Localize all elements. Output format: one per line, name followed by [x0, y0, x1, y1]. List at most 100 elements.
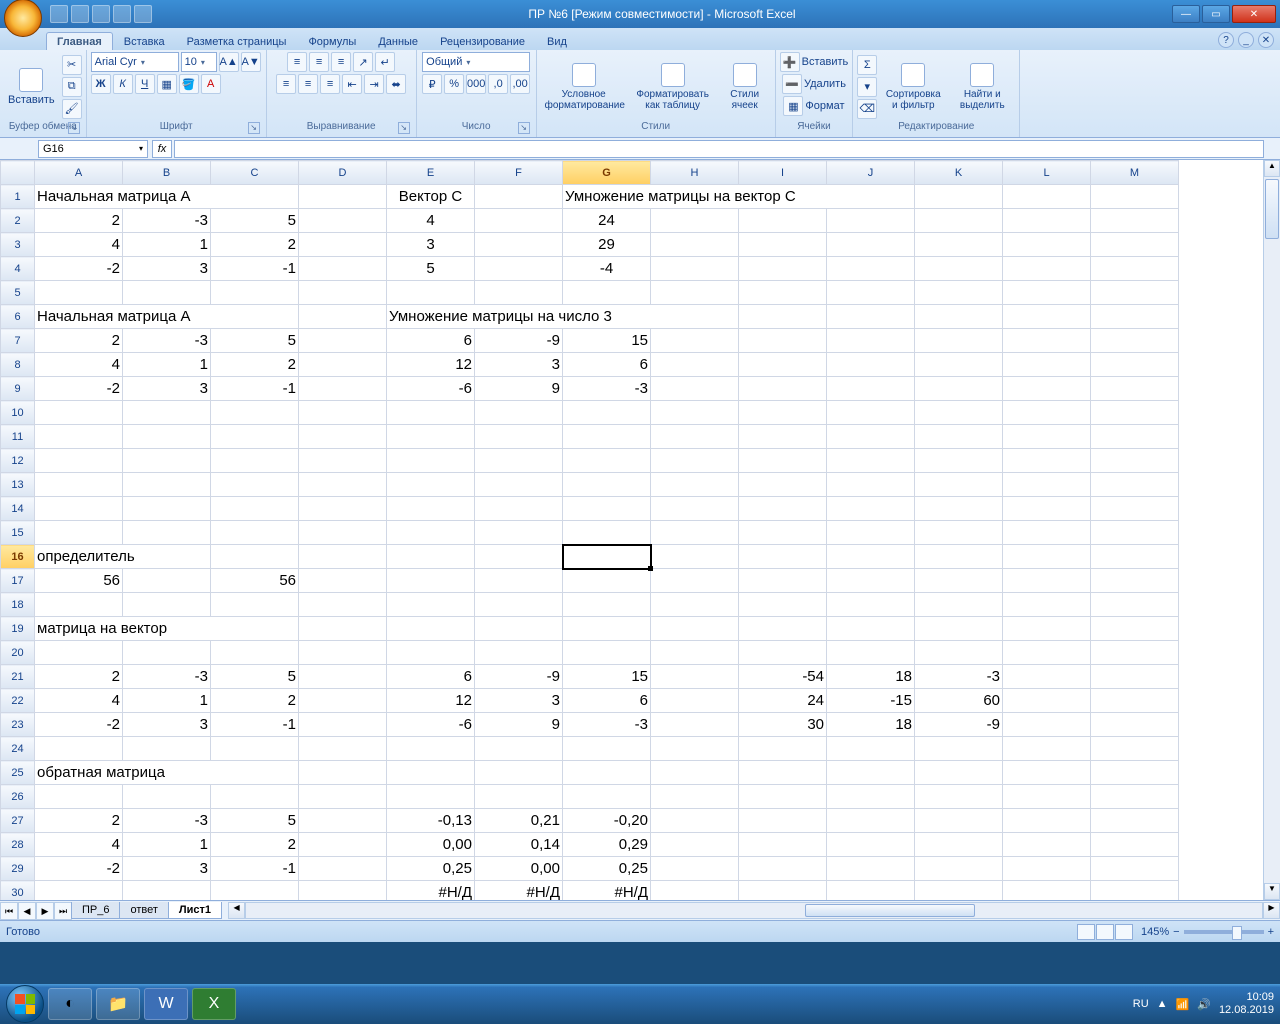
cell-I11[interactable] [739, 425, 827, 449]
cell-J23[interactable]: 18 [827, 713, 915, 737]
cell-C14[interactable] [211, 497, 299, 521]
cell-I30[interactable] [739, 881, 827, 901]
cell-M17[interactable] [1091, 569, 1179, 593]
cell-E17[interactable] [387, 569, 475, 593]
cell-L25[interactable] [1003, 761, 1091, 785]
row-header-12[interactable]: 12 [1, 449, 35, 473]
row-header-26[interactable]: 26 [1, 785, 35, 809]
cell-F12[interactable] [475, 449, 563, 473]
cell-B29[interactable]: 3 [123, 857, 211, 881]
tray-clock[interactable]: 10:0912.08.2019 [1219, 991, 1274, 1017]
cell-J24[interactable] [827, 737, 915, 761]
cell-I4[interactable] [739, 257, 827, 281]
cell-F22[interactable]: 3 [475, 689, 563, 713]
sheet-tab-Лист1[interactable]: Лист1 [168, 902, 222, 919]
cell-B11[interactable] [123, 425, 211, 449]
cell-I16[interactable] [739, 545, 827, 569]
cell-E18[interactable] [387, 593, 475, 617]
scroll-right-icon[interactable]: ▶ [1263, 902, 1280, 919]
zoom-level[interactable]: 145% [1141, 926, 1169, 938]
format-cells-button[interactable]: Формат [805, 100, 844, 112]
cell-E5[interactable] [387, 281, 475, 305]
cell-I19[interactable] [739, 617, 827, 641]
cell-G1[interactable]: Умножение матрицы на вектор С [563, 185, 915, 209]
cell-J17[interactable] [827, 569, 915, 593]
cell-K15[interactable] [915, 521, 1003, 545]
cell-D9[interactable] [299, 377, 387, 401]
cell-A5[interactable] [35, 281, 123, 305]
insert-cells-icon[interactable]: ➕ [780, 52, 800, 72]
cell-H23[interactable] [651, 713, 739, 737]
office-button[interactable] [4, 0, 42, 37]
cell-G29[interactable]: 0,25 [563, 857, 651, 881]
cell-K10[interactable] [915, 401, 1003, 425]
row-header-3[interactable]: 3 [1, 233, 35, 257]
column-header-J[interactable]: J [827, 161, 915, 185]
cell-E9[interactable]: -6 [387, 377, 475, 401]
cell-D11[interactable] [299, 425, 387, 449]
cell-J7[interactable] [827, 329, 915, 353]
cell-D12[interactable] [299, 449, 387, 473]
cell-E6[interactable]: Умножение матрицы на число 3 [387, 305, 739, 329]
column-header-A[interactable]: A [35, 161, 123, 185]
cell-K22[interactable]: 60 [915, 689, 1003, 713]
row-header-4[interactable]: 4 [1, 257, 35, 281]
cell-B2[interactable]: -3 [123, 209, 211, 233]
cell-E2[interactable]: 4 [387, 209, 475, 233]
cell-I10[interactable] [739, 401, 827, 425]
cell-E29[interactable]: 0,25 [387, 857, 475, 881]
vscroll-thumb[interactable] [1265, 179, 1279, 239]
cell-F30[interactable]: #Н/Д [475, 881, 563, 901]
cell-K13[interactable] [915, 473, 1003, 497]
align-center-icon[interactable]: ≡ [298, 74, 318, 94]
ribbon-tab-2[interactable]: Разметка страницы [176, 32, 298, 50]
cell-I13[interactable] [739, 473, 827, 497]
cell-B4[interactable]: 3 [123, 257, 211, 281]
row-header-1[interactable]: 1 [1, 185, 35, 209]
close-button[interactable]: ✕ [1232, 5, 1276, 23]
cell-K11[interactable] [915, 425, 1003, 449]
cell-F13[interactable] [475, 473, 563, 497]
cell-F19[interactable] [475, 617, 563, 641]
row-header-2[interactable]: 2 [1, 209, 35, 233]
cell-H18[interactable] [651, 593, 739, 617]
cell-H15[interactable] [651, 521, 739, 545]
cell-K3[interactable] [915, 233, 1003, 257]
cell-H29[interactable] [651, 857, 739, 881]
align-right-icon[interactable]: ≡ [320, 74, 340, 94]
cell-A24[interactable] [35, 737, 123, 761]
cell-B20[interactable] [123, 641, 211, 665]
cell-I7[interactable] [739, 329, 827, 353]
cell-A29[interactable]: -2 [35, 857, 123, 881]
cell-F7[interactable]: -9 [475, 329, 563, 353]
cell-E26[interactable] [387, 785, 475, 809]
cell-M11[interactable] [1091, 425, 1179, 449]
fill-color-icon[interactable]: 🪣 [179, 74, 199, 94]
cell-K12[interactable] [915, 449, 1003, 473]
cell-I9[interactable] [739, 377, 827, 401]
font-launcher-icon[interactable]: ↘ [248, 122, 260, 134]
cell-L24[interactable] [1003, 737, 1091, 761]
cell-L28[interactable] [1003, 833, 1091, 857]
row-header-15[interactable]: 15 [1, 521, 35, 545]
cell-F23[interactable]: 9 [475, 713, 563, 737]
vertical-scrollbar[interactable]: ▲ ▼ [1263, 160, 1280, 900]
cell-L30[interactable] [1003, 881, 1091, 901]
cell-D16[interactable] [299, 545, 387, 569]
cell-K25[interactable] [915, 761, 1003, 785]
cell-F29[interactable]: 0,00 [475, 857, 563, 881]
cell-G11[interactable] [563, 425, 651, 449]
cell-L27[interactable] [1003, 809, 1091, 833]
comma-icon[interactable]: 000 [466, 74, 486, 94]
number-format-combo[interactable]: Общий▾ [422, 52, 530, 72]
cell-D22[interactable] [299, 689, 387, 713]
cell-I6[interactable] [739, 305, 827, 329]
select-all-corner[interactable] [1, 161, 35, 185]
cell-A11[interactable] [35, 425, 123, 449]
row-header-14[interactable]: 14 [1, 497, 35, 521]
cell-M24[interactable] [1091, 737, 1179, 761]
row-header-6[interactable]: 6 [1, 305, 35, 329]
cell-A12[interactable] [35, 449, 123, 473]
cell-J4[interactable] [827, 257, 915, 281]
qat-print-icon[interactable] [134, 5, 152, 23]
